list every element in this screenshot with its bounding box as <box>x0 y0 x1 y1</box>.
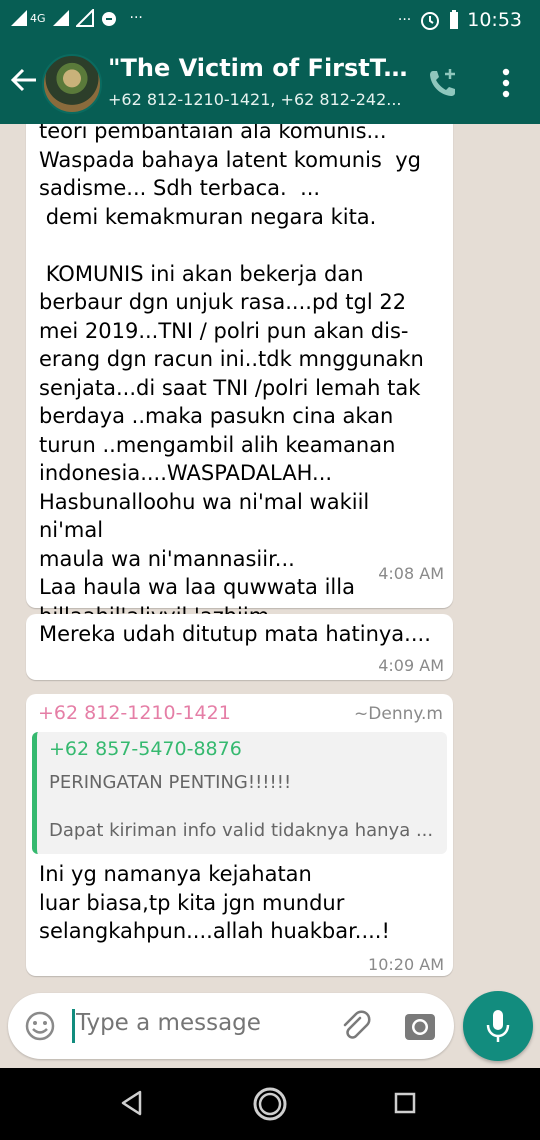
mic-icon <box>486 1010 510 1042</box>
status-more-right: ··· <box>397 12 412 28</box>
status-bar-right: ··· 10:53 <box>398 9 522 31</box>
message-time: 10:20 AM <box>368 955 444 974</box>
message-bubble[interactable]: +62 812-1210-1421 ~Denny.m +62 857-5470-… <box>26 694 453 976</box>
nav-home-icon[interactable] <box>252 1086 288 1122</box>
message-text: Ini yg namanya kejahatan luar biasa,tp k… <box>39 862 390 943</box>
system-nav-bar <box>0 1068 540 1140</box>
quoted-author: +62 857-5470-8876 <box>49 738 242 760</box>
signal-icon-2 <box>52 10 69 26</box>
message-composer <box>8 993 454 1059</box>
add-call-icon[interactable] <box>426 66 460 100</box>
chat-header: "The Victim of FirstTrvel +62 812-1210-1… <box>0 40 540 124</box>
signal-icon-3 <box>75 9 94 27</box>
status-time: 10:53 <box>467 9 522 31</box>
quoted-text-line-1: PERINGATAN PENTING!!!!!! <box>49 772 292 793</box>
message-time: 4:09 AM <box>378 656 444 675</box>
voice-message-button[interactable] <box>463 991 533 1061</box>
chat-participants[interactable]: +62 812-1210-1421, +62 812-242... <box>108 90 418 109</box>
sender-push-name: ~Denny.m <box>354 704 443 724</box>
text-cursor <box>72 1009 75 1043</box>
nav-back-icon[interactable] <box>120 1090 144 1116</box>
message-text: Mereka udah ditutup mata hatinya.... <box>39 622 431 646</box>
emoji-icon[interactable] <box>24 1010 56 1042</box>
quoted-message[interactable]: +62 857-5470-8876 PERINGATAN PENTING!!!!… <box>32 732 447 854</box>
data-saver-icon <box>101 12 116 26</box>
status-bar: 4G ··· ··· 10:53 <box>0 0 540 40</box>
status-more-left: ··· <box>129 10 143 26</box>
message-input[interactable] <box>76 1010 326 1036</box>
message-bubble[interactable]: teori pembantaian ala komunis... Waspada… <box>26 124 453 628</box>
signal-icon <box>11 10 27 26</box>
message-text: teori pembantaian ala komunis... Waspada… <box>39 124 424 628</box>
attach-icon[interactable] <box>338 1009 372 1043</box>
alarm-icon <box>421 12 440 30</box>
chat-title[interactable]: "The Victim of FirstTrvel <box>108 54 418 82</box>
status-bar-left: 4G ··· <box>10 9 143 27</box>
chat-area[interactable]: teori pembantaian ala komunis... Waspada… <box>0 124 540 982</box>
camera-icon[interactable] <box>404 1010 436 1042</box>
message-time: 4:08 AM <box>378 564 444 583</box>
sender-phone[interactable]: +62 812-1210-1421 <box>38 702 231 724</box>
message-bubble[interactable]: Mereka udah ditutup mata hatinya.... 4:0… <box>26 614 453 680</box>
back-arrow-icon[interactable] <box>10 66 38 94</box>
nav-recents-icon[interactable] <box>394 1092 416 1114</box>
battery-icon <box>450 10 459 29</box>
more-vert-icon[interactable] <box>494 66 518 100</box>
quoted-text-line-2: Dapat kiriman info valid tidaknya hanya … <box>49 820 434 841</box>
network-type-label: 4G <box>30 11 46 25</box>
group-avatar[interactable] <box>42 54 102 114</box>
